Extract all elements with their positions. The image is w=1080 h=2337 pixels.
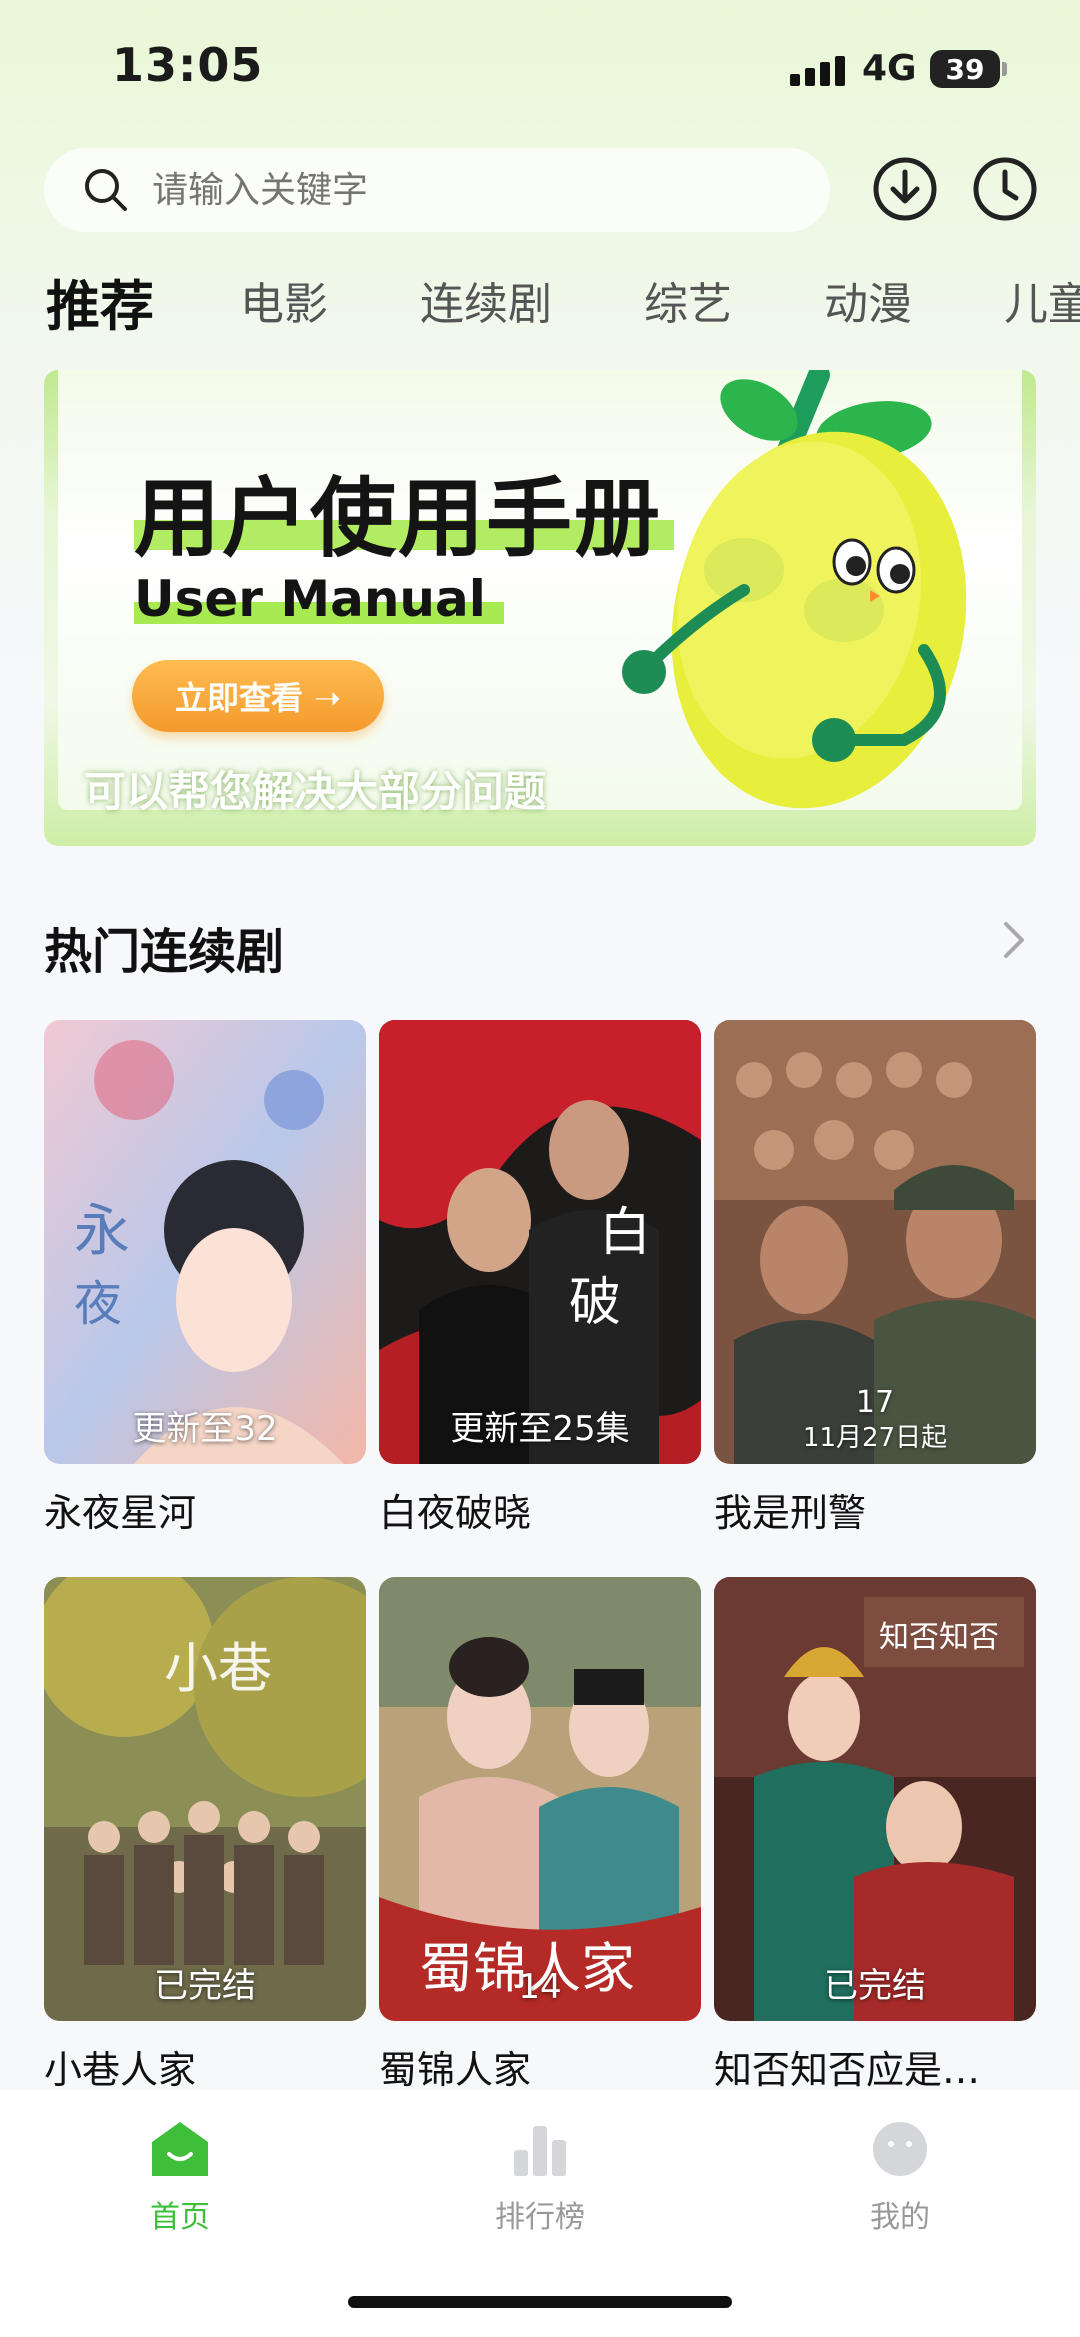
status-time: 13:05 [112, 38, 264, 92]
battery-cap [1002, 62, 1007, 76]
show-card[interactable]: 知否知否 已完结 知否知否应是… [714, 1577, 1036, 2094]
nav-profile-label: 我的 [870, 2200, 930, 2235]
update-badge: 更新至32 [132, 1409, 278, 1449]
status-badge: 已完结 [154, 1966, 256, 2006]
search-bar[interactable] [44, 148, 830, 232]
banner-caption: 可以帮您解决大部分问题 [84, 767, 547, 816]
ranking-icon [514, 2126, 566, 2176]
show-poster[interactable]: 17 11月27日起 [714, 1020, 1036, 1464]
show-card[interactable]: 永 夜 更新至32 永夜星河 [44, 1020, 366, 1537]
svg-text:小巷: 小巷 [164, 1637, 272, 1700]
view-now-button[interactable]: 立即查看 ➝ [132, 660, 384, 732]
status-badge: 已完结 [824, 1966, 926, 2006]
search-icon [85, 169, 127, 211]
tab-kids[interactable]: 儿童 [1004, 268, 1080, 332]
show-card[interactable]: 蜀锦人家 14 蜀锦人家 [379, 1577, 701, 2094]
show-card[interactable]: 小巷 已完结 小巷人家 [44, 1577, 366, 2094]
battery-icon: 39 [930, 50, 1000, 88]
show-poster[interactable]: 蜀锦人家 14 [379, 1577, 701, 2021]
nav-home-label: 首页 [150, 2200, 210, 2235]
svg-text:白: 白 [599, 1203, 651, 1263]
episode-count: 17 [855, 1385, 895, 1420]
nav-profile[interactable]: 我的 [800, 2120, 1000, 2236]
update-badge: 更新至25集 [450, 1409, 630, 1449]
show-card[interactable]: 白 破 更新至25集 白夜破晓 [379, 1020, 701, 1537]
section-title: 热门连续剧 [44, 924, 285, 980]
download-icon[interactable] [872, 156, 938, 222]
battery-level: 39 [945, 52, 985, 86]
user-manual-banner[interactable]: 用户使用手册 User Manual 立即查看 ➝ 可以帮您解决大部分问题 [44, 370, 1036, 846]
tab-recommend[interactable]: 推荐 [46, 262, 154, 341]
home-icon [152, 2122, 208, 2176]
nav-ranking-label: 排行榜 [495, 2200, 585, 2235]
svg-text:永: 永 [74, 1199, 130, 1264]
show-title: 我是刑警 [714, 1491, 867, 1535]
svg-text:知否知否: 知否知否 [879, 1620, 999, 1655]
show-card[interactable]: 17 11月27日起 我是刑警 [714, 1020, 1036, 1537]
tab-anime[interactable]: 动漫 [824, 268, 912, 332]
show-title: 蜀锦人家 [379, 2048, 532, 2092]
tab-variety[interactable]: 综艺 [644, 268, 732, 332]
svg-text:破: 破 [569, 1273, 621, 1333]
show-poster[interactable]: 白 破 更新至25集 [379, 1020, 701, 1464]
banner-title: 用户使用手册 [134, 469, 662, 569]
history-icon[interactable] [972, 156, 1038, 222]
home-indicator[interactable] [348, 2296, 732, 2308]
show-title: 小巷人家 [44, 2048, 197, 2092]
search-input[interactable] [150, 168, 754, 212]
nav-ranking[interactable]: 排行榜 [440, 2120, 640, 2236]
mango-mascot-icon [622, 370, 967, 809]
show-title: 知否知否应是… [714, 2048, 981, 2092]
network-label: 4G [862, 48, 917, 89]
banner-subtitle: User Manual [134, 570, 486, 628]
tab-movies[interactable]: 电影 [240, 268, 328, 332]
category-tabs: 推荐 电影 连续剧 综艺 动漫 儿童 [0, 268, 1080, 348]
show-title: 白夜破晓 [379, 1491, 532, 1535]
show-poster[interactable]: 知否知否 已完结 [714, 1577, 1036, 2021]
svg-text:夜: 夜 [74, 1276, 122, 1332]
chevron-right-icon[interactable] [996, 916, 1032, 964]
show-title: 永夜星河 [44, 1491, 197, 1535]
show-poster[interactable]: 小巷 已完结 [44, 1577, 366, 2021]
tab-series[interactable]: 连续剧 [420, 268, 552, 332]
signal-icon [790, 52, 845, 86]
episode-badge: 14 [518, 1967, 562, 2007]
release-badge: 11月27日起 [802, 1423, 948, 1453]
profile-icon [873, 2122, 927, 2176]
nav-home[interactable]: 首页 [80, 2120, 280, 2236]
show-poster[interactable]: 永 夜 更新至32 [44, 1020, 366, 1464]
